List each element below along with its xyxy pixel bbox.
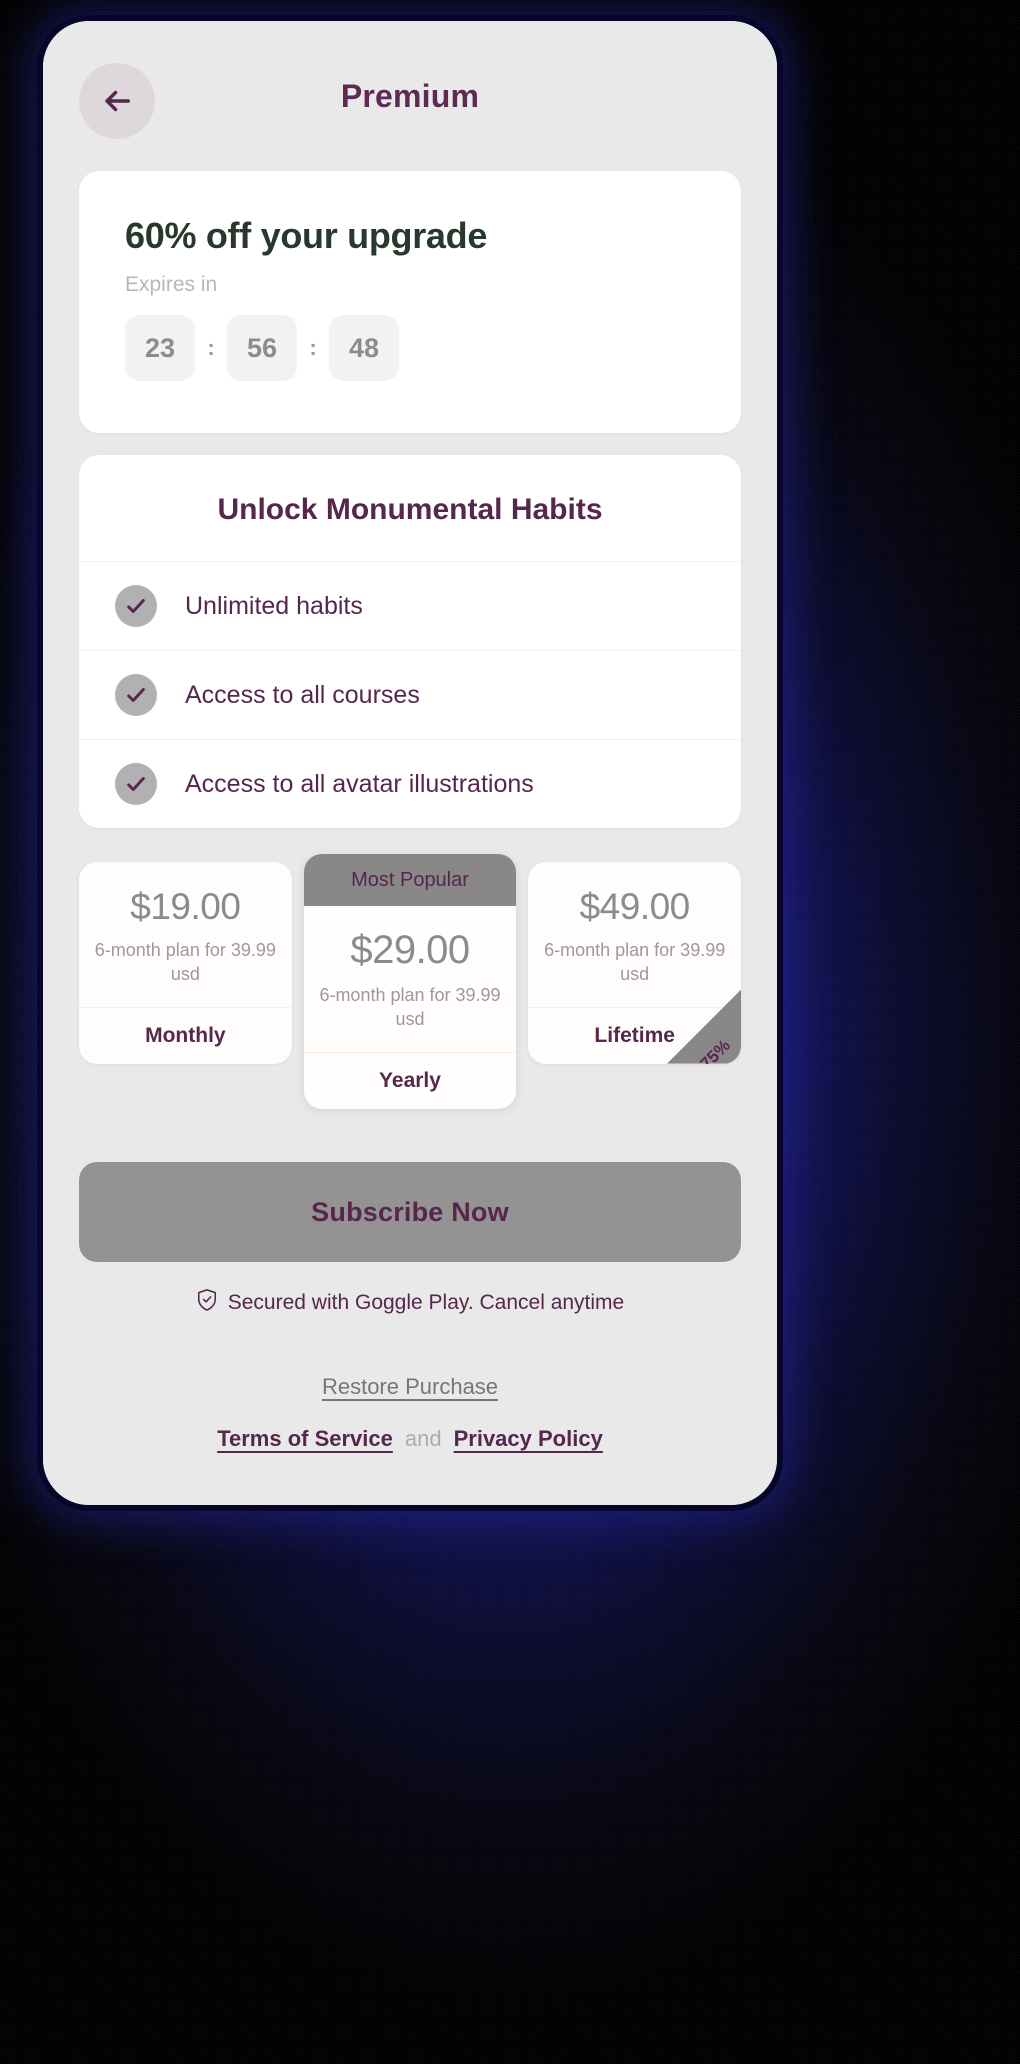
check-icon <box>115 763 157 805</box>
promo-title: 60% off your upgrade <box>125 215 488 256</box>
secure-note: Secured with Goggle Play. Cancel anytime <box>79 1288 741 1318</box>
promo-subtitle: Expires in <box>125 273 218 296</box>
countdown-timer: 23 : 56 : 48 <box>125 315 695 381</box>
subscribe-button[interactable]: Subscribe Now <box>79 1162 741 1262</box>
timer-seconds: 48 <box>329 315 399 381</box>
privacy-policy-link[interactable]: Privacy Policy <box>454 1426 603 1451</box>
feature-label: Access to all courses <box>185 680 420 709</box>
plan-card-monthly[interactable]: $19.00 6-month plan for 39.99 usd Monthl… <box>79 862 292 1064</box>
most-popular-badge: Most Popular <box>303 854 517 906</box>
timer-minutes: 56 <box>227 315 297 381</box>
app-header: Premium <box>79 21 741 171</box>
feature-label: Access to all avatar illustrations <box>185 769 534 798</box>
footer-links: Restore Purchase Terms of Service and Priv… <box>79 1374 741 1452</box>
plan-name: Monthly <box>79 1006 292 1064</box>
restore-purchase-link[interactable]: Restore Purchase <box>322 1374 498 1400</box>
timer-separator: : <box>207 335 215 360</box>
feature-row: Access to all avatar illustrations <box>79 740 741 828</box>
plan-price: $29.00 <box>350 928 470 972</box>
back-button[interactable] <box>79 63 155 139</box>
plan-body: $19.00 6-month plan for 39.99 usd <box>79 862 292 1007</box>
feature-row: Unlimited habits <box>79 562 741 651</box>
promo-card: 60% off your upgrade Expires in 23 : 56 … <box>79 171 741 433</box>
plan-description: 6-month plan for 39.99 usd <box>94 940 276 985</box>
plan-description: 6-month plan for 39.99 usd <box>319 985 501 1030</box>
plan-selector: $19.00 6-month plan for 39.99 usd Monthl… <box>79 854 742 1109</box>
check-icon <box>115 674 157 716</box>
feature-label: Unlimited habits <box>185 591 363 620</box>
check-icon <box>115 585 157 627</box>
terms-of-service-link[interactable]: Terms of Service <box>217 1426 393 1451</box>
timer-hours: 23 <box>125 315 195 381</box>
plan-name: Lifetime <box>528 1006 742 1064</box>
plan-name: Yearly <box>303 1051 517 1109</box>
feature-row: Access to all courses <box>79 651 741 740</box>
secure-note-text: Secured with Goggle Play. Cancel anytime <box>227 1291 625 1314</box>
features-card: Unlock Monumental Habits Unlimited habit… <box>79 455 741 828</box>
page-title: Premium <box>340 77 480 114</box>
legal-conjunction: and <box>404 1426 442 1451</box>
arrow-left-icon <box>100 84 134 118</box>
features-title: Unlock Monumental Habits <box>79 455 741 562</box>
phone-frame: Premium 60% off your upgrade Expires in … <box>43 21 777 1505</box>
plan-price: $49.00 <box>579 886 691 927</box>
timer-separator: : <box>309 335 317 360</box>
legal-links: Terms of Service and Privacy Policy <box>79 1426 741 1452</box>
app-screen: Premium 60% off your upgrade Expires in … <box>43 21 777 1505</box>
plan-body: $49.00 6-month plan for 39.99 usd <box>528 862 741 1007</box>
plan-price: $19.00 <box>130 886 241 927</box>
plan-body: $29.00 6-month plan for 39.99 usd <box>304 906 517 1052</box>
shield-check-icon <box>196 1288 218 1318</box>
plan-card-yearly[interactable]: Most Popular $29.00 6-month plan for 39.… <box>303 854 517 1109</box>
plan-description: 6-month plan for 39.99 usd <box>544 940 726 985</box>
plan-card-lifetime[interactable]: $49.00 6-month plan for 39.99 usd Lifeti… <box>528 862 742 1064</box>
